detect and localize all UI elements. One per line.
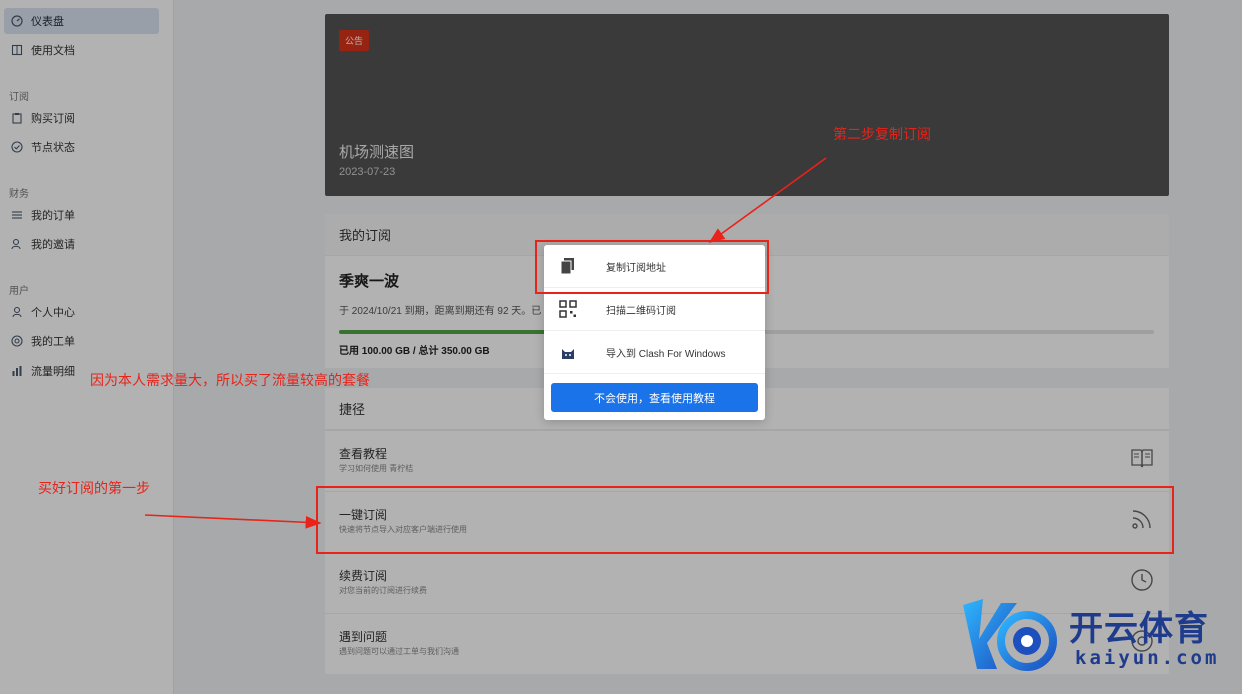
annotation-arrows (144, 157, 827, 529)
annotation-step1: 买好订阅的第一步 (38, 480, 150, 496)
annotation-box-one-click (316, 486, 1174, 554)
annotation-box-copy (535, 240, 769, 294)
kaiyun-logo-icon (963, 599, 1057, 671)
watermark-cn: 开云体育 (1069, 610, 1209, 648)
arrow-step1 (144, 514, 322, 529)
annotation-reason: 因为本人需求量大，所以买了流量较高的套餐 (90, 372, 370, 388)
watermark-en: kaiyun.com (1075, 647, 1220, 669)
kaiyun-watermark: 开云体育 kaiyun.com (957, 595, 1237, 675)
arrow-step2 (708, 157, 827, 243)
annotation-step2: 第二步复制订阅 (833, 126, 931, 142)
